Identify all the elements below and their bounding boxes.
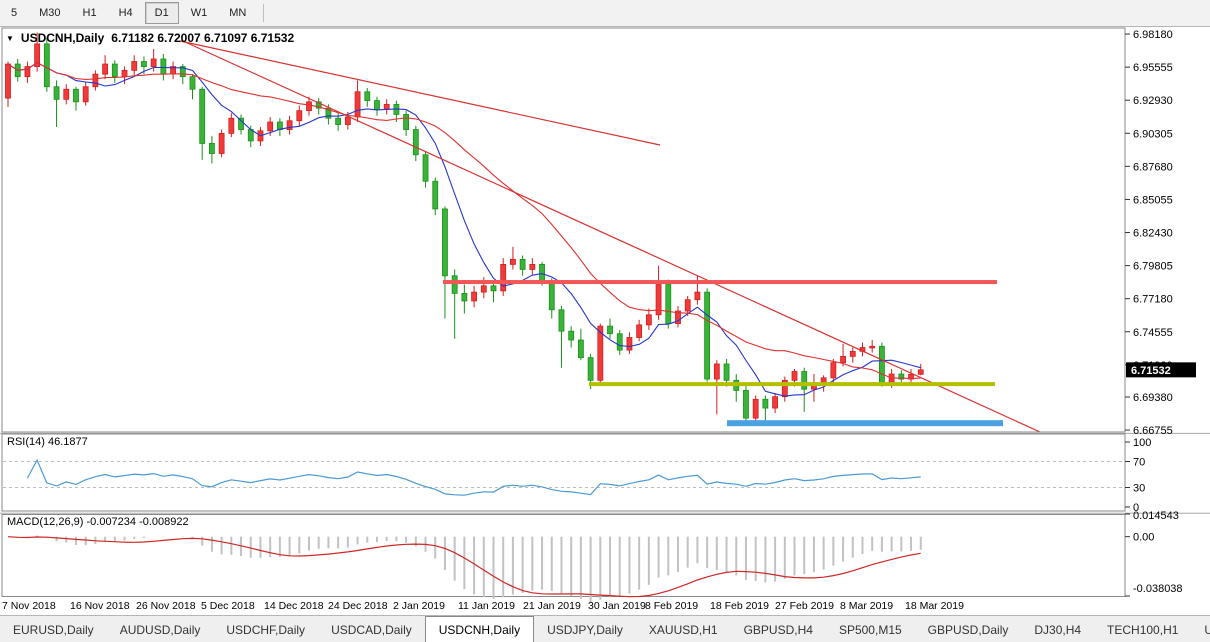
macd-tick-label: 0.014543 <box>1133 510 1179 522</box>
macd-tick-label: -0.038038 <box>1133 583 1183 595</box>
date-tick-label: 27 Feb 2019 <box>775 600 834 612</box>
price-tick-label: 6.95555 <box>1133 62 1173 74</box>
date-tick-label: 16 Nov 2018 <box>70 600 130 612</box>
date-tick-label: 11 Jan 2019 <box>458 600 515 612</box>
date-tick-label: 14 Dec 2018 <box>264 600 324 612</box>
tab-eurusd-daily[interactable]: EURUSD,Daily <box>0 616 107 642</box>
tab-u[interactable]: U <box>1191 616 1210 642</box>
price-tick-label: 6.92930 <box>1133 95 1173 107</box>
symbol-tabbar: EURUSD,Daily AUDUSD,Daily USDCHF,Daily USDC… <box>0 615 1210 642</box>
tab-gbpusd-h4[interactable]: GBPUSD,H4 <box>731 616 826 642</box>
tab-dj30-h4[interactable]: DJ30,H4 <box>1021 616 1094 642</box>
date-tick-label: 8 Feb 2019 <box>645 600 698 612</box>
tab-tech100-h1[interactable]: TECH100,H1 <box>1094 616 1191 642</box>
date-tick-label: 18 Feb 2019 <box>710 600 769 612</box>
price-tick-label: 6.85055 <box>1133 194 1173 206</box>
timeframe-button-m30[interactable]: M30 <box>29 2 70 24</box>
date-tick-label: 26 Nov 2018 <box>136 600 196 612</box>
hline-3 <box>727 420 1003 427</box>
tab-audusd-daily[interactable]: AUDUSD,Daily <box>107 616 214 642</box>
rsi-tick-label: 70 <box>1133 457 1145 469</box>
date-tick-label: 2 Jan 2019 <box>393 600 445 612</box>
price-tick-label: 6.69380 <box>1133 392 1173 404</box>
rsi-plot-frame <box>1 433 1126 512</box>
timeframe-button-5[interactable]: 5 <box>1 2 27 24</box>
tab-usdcad-daily[interactable]: USDCAD,Daily <box>318 616 425 642</box>
timeframe-button-h4[interactable]: H4 <box>109 2 143 24</box>
hline-1 <box>443 280 997 285</box>
date-tick-label: 8 Mar 2019 <box>840 600 893 612</box>
timeframe-button-h1[interactable]: H1 <box>73 2 107 24</box>
date-tick-label: 18 Mar 2019 <box>905 600 964 612</box>
macd-tick-label: 0.00 <box>1133 532 1154 544</box>
price-tick-label: 6.66755 <box>1133 425 1173 437</box>
trading-terminal-window: 5 M30 H1 H4 D1 W1 MN 6.98180 6.95555 6.92930 6.90… <box>0 0 1210 642</box>
hline-2 <box>589 382 995 387</box>
price-tick-label: 6.87680 <box>1133 161 1173 173</box>
rsi-tick-label: 100 <box>1133 437 1151 449</box>
date-tick-label: 5 Dec 2018 <box>201 600 255 612</box>
timeframe-toolbar: 5 M30 H1 H4 D1 W1 MN <box>0 0 1210 27</box>
timeframe-button-w1[interactable]: W1 <box>181 2 218 24</box>
toolbar-separator <box>263 4 265 22</box>
price-tick-label: 6.98180 <box>1133 29 1173 41</box>
macd-plot-frame <box>1 514 1126 597</box>
price-tick-label: 6.74555 <box>1133 327 1173 339</box>
price-tick-label: 6.82430 <box>1133 228 1173 240</box>
date-tick-label: 21 Jan 2019 <box>523 600 581 612</box>
date-tick-label: 7 Nov 2018 <box>2 600 56 612</box>
price-tick-label: 6.79805 <box>1133 261 1173 273</box>
tab-sp500-m15[interactable]: SP500,M15 <box>826 616 915 642</box>
tab-usdchf-daily[interactable]: USDCHF,Daily <box>213 616 318 642</box>
chart-area[interactable]: 6.98180 6.95555 6.92930 6.90305 6.87680 6.850… <box>0 27 1210 615</box>
date-tick-label: 30 Jan 2019 <box>588 600 646 612</box>
tab-gbpusd-daily[interactable]: GBPUSD,Daily <box>915 616 1022 642</box>
tab-usdcnh-daily[interactable]: USDCNH,Daily <box>424 616 535 642</box>
tab-usdjpy-daily[interactable]: USDJPY,Daily <box>534 616 636 642</box>
timeframe-button-mn[interactable]: MN <box>219 2 256 24</box>
svg-text:6.71532: 6.71532 <box>1131 365 1171 377</box>
timeframe-button-d1[interactable]: D1 <box>144 2 179 24</box>
price-tick-label: 6.90305 <box>1133 128 1173 140</box>
main-plot-frame <box>1 27 1126 433</box>
tab-xauusd-h1[interactable]: XAUUSD,H1 <box>636 616 731 642</box>
date-tick-label: 24 Dec 2018 <box>328 600 388 612</box>
price-tick-label: 6.77180 <box>1133 294 1173 306</box>
rsi-tick-label: 30 <box>1133 483 1145 495</box>
